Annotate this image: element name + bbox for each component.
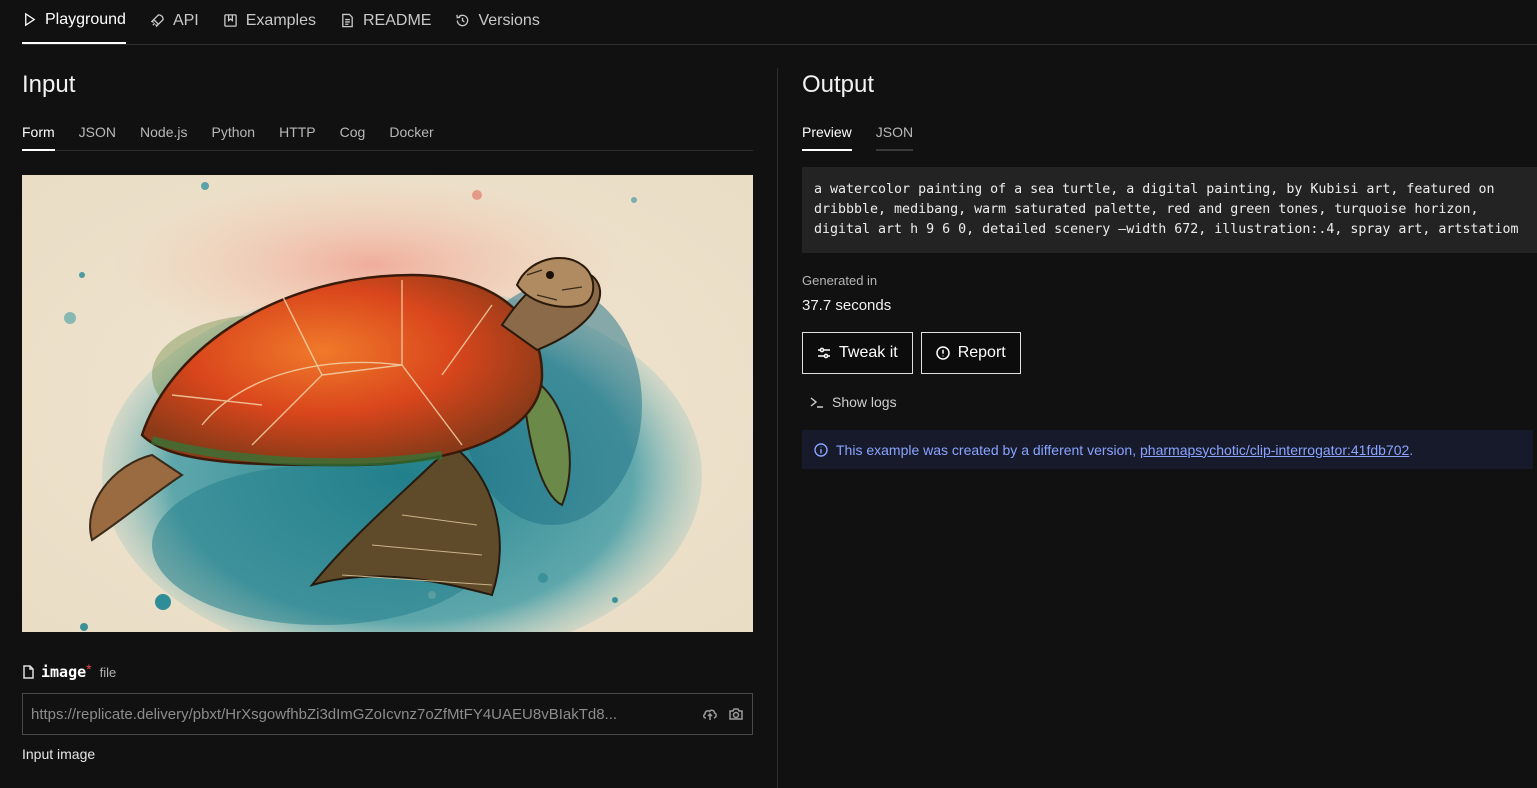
alert-circle-icon (935, 346, 950, 360)
history-icon (456, 14, 469, 27)
input-tab-json[interactable]: JSON (79, 121, 116, 151)
version-link[interactable]: pharmapsychotic/clip-interrogator:41fdb7… (1140, 442, 1409, 458)
tab-readme[interactable]: README (340, 0, 431, 44)
input-tab-http[interactable]: HTTP (279, 121, 316, 151)
rocket-icon (150, 14, 164, 28)
column-divider (777, 68, 778, 788)
tab-examples[interactable]: Examples (223, 0, 316, 44)
sea-turtle-painting (22, 175, 753, 632)
output-tabs: Preview JSON (802, 121, 1533, 151)
image-field-label: image * file (22, 661, 753, 682)
bookmark-icon (223, 14, 237, 27)
sliders-icon (818, 347, 830, 359)
tab-label: README (363, 11, 432, 29)
camera-icon[interactable] (728, 706, 744, 722)
play-icon (25, 12, 36, 27)
info-icon (814, 442, 828, 457)
tab-versions[interactable]: Versions (455, 0, 540, 44)
report-label: Report (957, 344, 1006, 361)
input-tabs: Form JSON Node.js Python HTTP Cog Docker (22, 121, 753, 151)
tab-playground[interactable]: Playground (22, 0, 126, 44)
notice-text: This example was created by a different … (836, 442, 1413, 458)
tweak-label: Tweak it (839, 344, 898, 361)
terminal-icon (810, 397, 823, 408)
upload-cloud-icon[interactable] (702, 706, 718, 722)
field-name: image (41, 663, 87, 681)
field-type: file (99, 664, 117, 680)
tab-label: Examples (245, 11, 316, 29)
tweak-button[interactable]: Tweak it (802, 332, 913, 374)
input-tab-form[interactable]: Form (22, 121, 55, 151)
image-url-input[interactable] (31, 705, 692, 723)
input-tab-python[interactable]: Python (211, 121, 255, 151)
input-tab-nodejs[interactable]: Node.js (140, 121, 187, 151)
tab-label: Playground (45, 10, 126, 28)
report-button[interactable]: Report (920, 332, 1021, 374)
version-notice: This example was created by a different … (802, 430, 1533, 469)
tab-label: Versions (478, 11, 540, 29)
notice-prefix: This example was created by a different … (836, 441, 1141, 458)
output-title: Output (802, 71, 875, 98)
image-help-text: Input image (22, 746, 96, 762)
tab-api[interactable]: API (150, 0, 199, 44)
tab-label: API (172, 11, 199, 29)
input-title: Input (22, 71, 76, 98)
generated-time: 37.7 seconds (802, 297, 892, 314)
image-url-field (22, 693, 753, 735)
show-logs-toggle[interactable]: Show logs (810, 394, 1533, 410)
required-mark: * (86, 661, 92, 677)
input-tab-cog[interactable]: Cog (340, 121, 366, 151)
output-actions: Tweak it Report (802, 332, 1533, 374)
top-nav: Playground API Examples README Versions (22, 0, 1537, 45)
output-panel: Output Preview JSON a watercolor paintin… (802, 45, 1537, 469)
document-icon (342, 13, 353, 28)
output-prompt-text: a watercolor painting of a sea turtle, a… (802, 167, 1537, 253)
input-panel: Input Form JSON Node.js Python HTTP Cog … (22, 45, 753, 762)
notice-suffix: . (1409, 441, 1414, 458)
output-tab-json[interactable]: JSON (875, 121, 914, 151)
show-logs-label: Show logs (832, 394, 897, 410)
input-tab-docker[interactable]: Docker (389, 121, 433, 151)
generated-label: Generated in (802, 273, 878, 288)
output-tab-preview[interactable]: Preview (802, 121, 852, 151)
input-image-preview (22, 175, 753, 632)
file-icon (23, 665, 34, 679)
